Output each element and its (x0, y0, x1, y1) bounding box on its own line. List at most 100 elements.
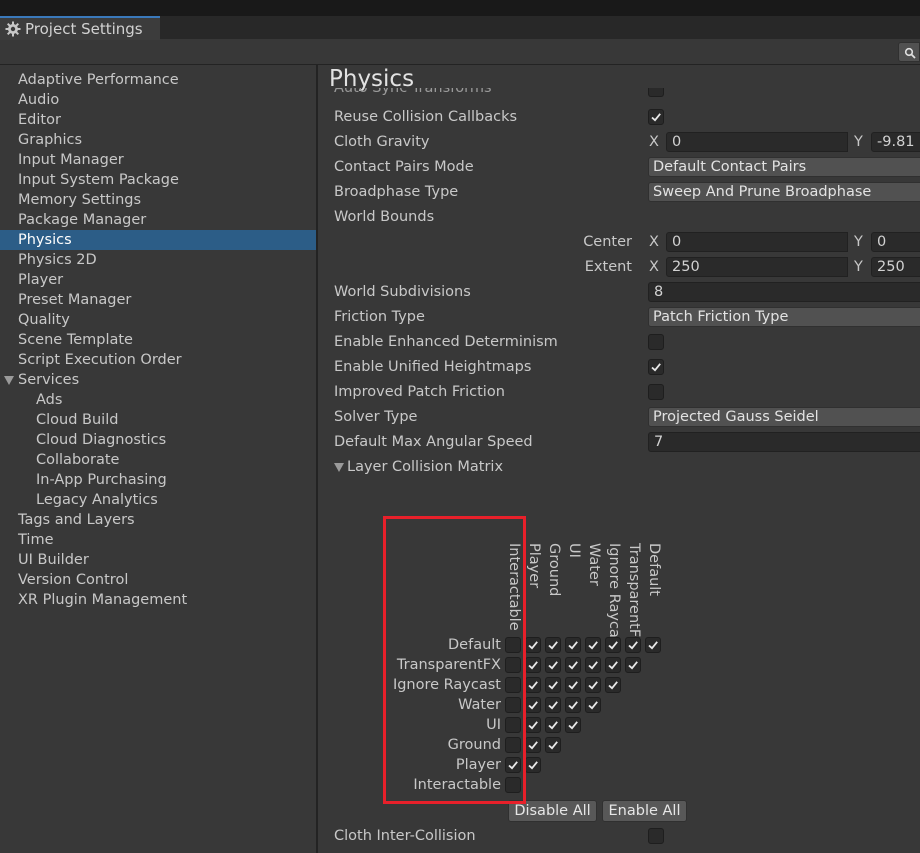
matrix-cell-checkbox[interactable] (625, 637, 641, 653)
sidebar-item-services[interactable]: Services (0, 370, 316, 390)
matrix-cell-checkbox[interactable] (505, 657, 521, 673)
sidebar-item-player[interactable]: Player (0, 270, 316, 290)
matrix-cell-checkbox[interactable] (545, 657, 561, 673)
friction-type-dropdown[interactable]: Patch Friction Type (648, 307, 920, 327)
sidebar-item-label: Tags and Layers (18, 512, 135, 528)
matrix-cell-checkbox[interactable] (545, 677, 561, 693)
cloth-inter-collision-label: Cloth Inter-Collision (334, 828, 476, 844)
sidebar-item-collaborate[interactable]: Collaborate (0, 450, 316, 470)
broadphase-type-dropdown[interactable]: Sweep And Prune Broadphase (648, 182, 920, 202)
cloth-gravity-x-field[interactable]: 0 (666, 132, 848, 152)
sidebar-item-label: Cloud Diagnostics (36, 432, 167, 448)
checkmark-icon (568, 701, 578, 710)
sidebar-item-ads[interactable]: Ads (0, 390, 316, 410)
sidebar-item-editor[interactable]: Editor (0, 110, 316, 130)
matrix-cell-checkbox[interactable] (565, 657, 581, 673)
matrix-cell-checkbox[interactable] (585, 637, 601, 653)
disable-all-button[interactable]: Disable All (508, 800, 597, 822)
matrix-cell-checkbox[interactable] (545, 737, 561, 753)
cloth-inter-collision-checkbox[interactable] (648, 828, 664, 844)
matrix-cell-checkbox[interactable] (505, 677, 521, 693)
sidebar-item-cloud-build[interactable]: Cloud Build (0, 410, 316, 430)
sidebar-item-graphics[interactable]: Graphics (0, 130, 316, 150)
sidebar-item-scene-template[interactable]: Scene Template (0, 330, 316, 350)
max-angular-speed-field[interactable]: 7 (648, 432, 920, 452)
auto-sync-transforms-checkbox[interactable] (648, 88, 664, 97)
checkmark-icon (651, 113, 661, 122)
sidebar-item-input-manager[interactable]: Input Manager (0, 150, 316, 170)
matrix-cell-checkbox[interactable] (525, 677, 541, 693)
sidebar-item-memory-settings[interactable]: Memory Settings (0, 190, 316, 210)
sidebar-item-ui-builder[interactable]: UI Builder (0, 550, 316, 570)
matrix-cell-checkbox[interactable] (505, 637, 521, 653)
matrix-cell-checkbox[interactable] (565, 637, 581, 653)
matrix-cell-checkbox[interactable] (525, 637, 541, 653)
sidebar-item-xr-plugin-management[interactable]: XR Plugin Management (0, 590, 316, 610)
matrix-cell-checkbox[interactable] (505, 697, 521, 713)
center-y-field[interactable]: 0 (871, 232, 920, 252)
matrix-cell-checkbox[interactable] (525, 717, 541, 733)
cloth-gravity-y-field[interactable]: -9.81 (871, 132, 920, 152)
sidebar-item-cloud-diagnostics[interactable]: Cloud Diagnostics (0, 430, 316, 450)
matrix-cell-checkbox[interactable] (505, 777, 521, 793)
matrix-cell-checkbox[interactable] (585, 677, 601, 693)
foldout-arrow-icon[interactable] (334, 463, 344, 472)
matrix-cell-checkbox[interactable] (625, 657, 641, 673)
sidebar-item-input-system-package[interactable]: Input System Package (0, 170, 316, 190)
checkmark-icon (548, 741, 558, 750)
matrix-cell-checkbox[interactable] (545, 697, 561, 713)
matrix-row-label: Water (458, 697, 501, 713)
matrix-cell-checkbox[interactable] (525, 697, 541, 713)
search-button[interactable] (898, 42, 920, 62)
matrix-cell-checkbox[interactable] (585, 697, 601, 713)
sidebar-item-quality[interactable]: Quality (0, 310, 316, 330)
layer-collision-matrix-label[interactable]: Layer Collision Matrix (347, 457, 503, 477)
matrix-column-label: Ignore Raycast (606, 543, 622, 652)
matrix-cell-checkbox[interactable] (545, 637, 561, 653)
matrix-cell-checkbox[interactable] (505, 717, 521, 733)
matrix-cell-checkbox[interactable] (525, 737, 541, 753)
center-x-field[interactable]: 0 (666, 232, 848, 252)
matrix-cell-checkbox[interactable] (585, 657, 601, 673)
matrix-cell-checkbox[interactable] (565, 697, 581, 713)
matrix-cell-checkbox[interactable] (645, 637, 661, 653)
matrix-cell-checkbox[interactable] (565, 717, 581, 733)
sidebar-item-package-manager[interactable]: Package Manager (0, 210, 316, 230)
sidebar-item-adaptive-performance[interactable]: Adaptive Performance (0, 70, 316, 90)
sidebar-item-label: Package Manager (18, 212, 147, 228)
sidebar-item-audio[interactable]: Audio (0, 90, 316, 110)
tab-project-settings[interactable]: Project Settings (0, 16, 160, 40)
solver-type-dropdown[interactable]: Projected Gauss Seidel (648, 407, 920, 427)
foldout-arrow-icon[interactable] (4, 376, 14, 385)
unified-heightmaps-checkbox[interactable] (648, 359, 664, 375)
sidebar-item-time[interactable]: Time (0, 530, 316, 550)
matrix-cell-checkbox[interactable] (505, 757, 521, 773)
matrix-cell-checkbox[interactable] (545, 717, 561, 733)
sidebar-item-preset-manager[interactable]: Preset Manager (0, 290, 316, 310)
sidebar-item-version-control[interactable]: Version Control (0, 570, 316, 590)
matrix-cell-checkbox[interactable] (505, 737, 521, 753)
contact-pairs-mode-dropdown[interactable]: Default Contact Pairs (648, 157, 920, 177)
world-subdivisions-field[interactable]: 8 (648, 282, 920, 302)
sidebar-item-legacy-analytics[interactable]: Legacy Analytics (0, 490, 316, 510)
friction-type-label: Friction Type (334, 309, 425, 325)
extent-y-field[interactable]: 250 (871, 257, 920, 277)
sidebar-item-physics-2d[interactable]: Physics 2D (0, 250, 316, 270)
extent-x-field[interactable]: 250 (666, 257, 848, 277)
improved-patch-friction-checkbox[interactable] (648, 384, 664, 400)
matrix-cell-checkbox[interactable] (525, 657, 541, 673)
enhanced-determinism-checkbox[interactable] (648, 334, 664, 350)
broadphase-type-label: Broadphase Type (334, 184, 459, 200)
sidebar-item-physics[interactable]: Physics (0, 230, 316, 250)
reuse-collision-callbacks-checkbox[interactable] (648, 109, 664, 125)
enable-all-button[interactable]: Enable All (602, 800, 687, 822)
matrix-cell-checkbox[interactable] (525, 757, 541, 773)
world-bounds-label: World Bounds (334, 209, 435, 225)
sidebar-item-tags-and-layers[interactable]: Tags and Layers (0, 510, 316, 530)
matrix-cell-checkbox[interactable] (605, 677, 621, 693)
sidebar-item-in-app-purchasing[interactable]: In-App Purchasing (0, 470, 316, 490)
matrix-cell-checkbox[interactable] (605, 637, 621, 653)
sidebar-item-script-execution-order[interactable]: Script Execution Order (0, 350, 316, 370)
matrix-cell-checkbox[interactable] (565, 677, 581, 693)
matrix-cell-checkbox[interactable] (605, 657, 621, 673)
